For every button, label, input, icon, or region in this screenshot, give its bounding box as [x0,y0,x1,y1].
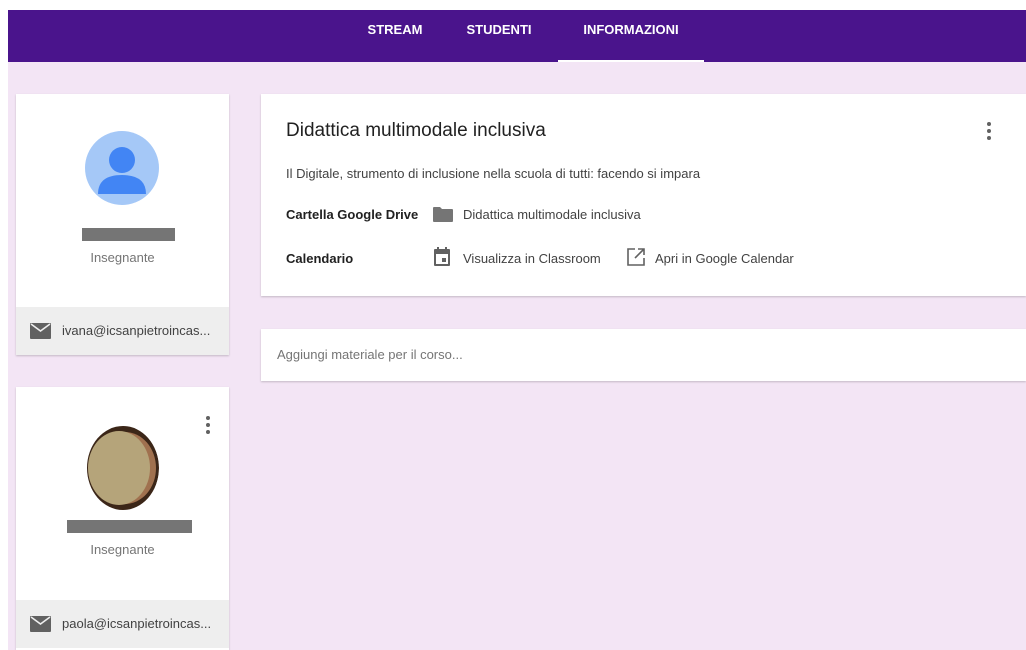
default-person-icon [98,147,146,194]
calendar-icon [434,247,450,266]
open-external-icon [627,248,645,266]
drive-folder-label: Cartella Google Drive [286,207,419,222]
avatar [83,425,159,511]
avatar [85,131,159,205]
teacher-email: ivana@icsanpietroincas... [62,323,211,338]
tab-informazioni[interactable]: INFORMAZIONI [558,10,704,62]
course-description: Il Digitale, strumento di inclusione nel… [286,166,701,181]
add-material-card[interactable]: Aggiungi materiale per il corso... [261,329,1026,381]
active-tab-indicator [558,60,704,62]
tab-studenti[interactable]: STUDENTI [454,10,544,62]
course-title: Didattica multimodale inclusiva [286,120,546,141]
teacher-photo [87,426,159,510]
redacted-teacher-name [67,520,192,533]
folder-icon [433,207,453,222]
course-info-card: Didattica multimodale inclusiva Il Digit… [261,94,1026,296]
tab-studenti-label: STUDENTI [466,22,532,37]
view-in-classroom-link[interactable]: Visualizza in Classroom [463,251,601,266]
more-options-icon[interactable] [987,122,991,143]
teacher-role: Insegnante [90,250,155,265]
email-icon [30,323,51,339]
tab-informazioni-label: INFORMAZIONI [583,22,679,37]
teacher-role: Insegnante [90,542,155,557]
calendar-label: Calendario [286,251,354,266]
tab-stream-label: STREAM [367,22,423,37]
teacher-email: paola@icsanpietroincas... [62,616,212,631]
more-options-icon[interactable] [206,416,210,437]
redacted-teacher-name [82,228,175,241]
teacher-email-bar[interactable]: paola@icsanpietroincas... [16,600,229,648]
tab-stream[interactable]: STREAM [350,10,440,62]
teacher-card: Insegnante paola@icsanpietroincas... [16,387,229,650]
open-google-calendar-link[interactable]: Apri in Google Calendar [655,251,794,266]
add-material-input: Aggiungi materiale per il corso... [277,347,463,362]
drive-folder-link[interactable]: Didattica multimodale inclusiva [463,207,641,222]
teacher-card: Insegnante ivana@icsanpietroincas... [16,94,229,355]
email-icon [30,616,51,632]
top-navigation-bar: STREAM STUDENTI INFORMAZIONI [8,10,1026,62]
teacher-email-bar[interactable]: ivana@icsanpietroincas... [16,307,229,355]
